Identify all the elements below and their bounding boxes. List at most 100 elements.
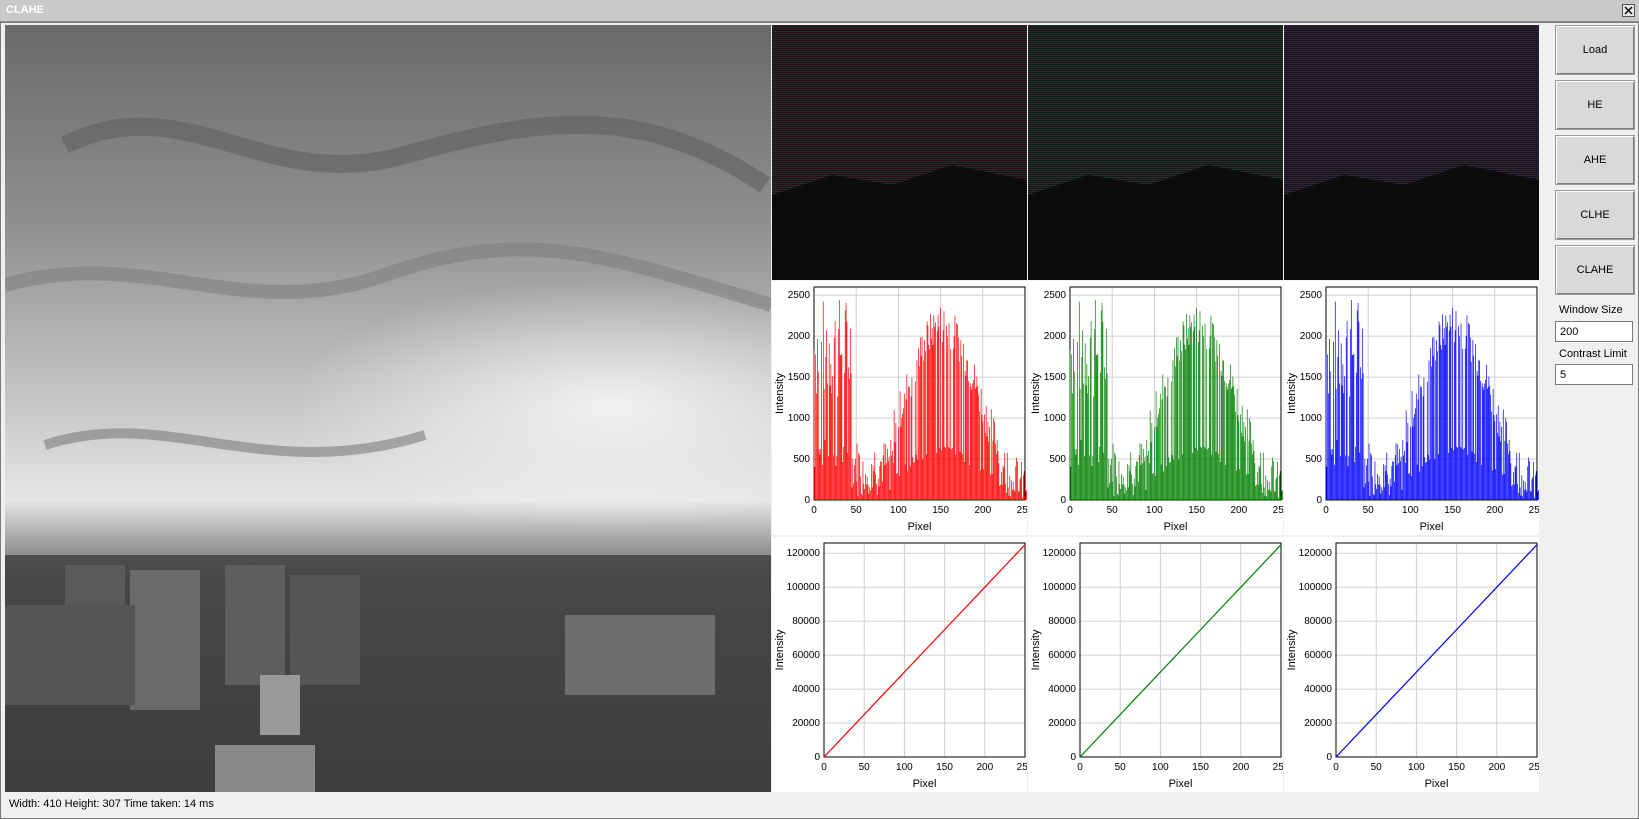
- y-tick-label: 80000: [792, 616, 820, 627]
- y-axis-label: Intensity: [1030, 629, 1042, 670]
- load-button[interactable]: Load: [1555, 25, 1635, 75]
- y-tick-label: 120000: [1043, 548, 1077, 559]
- green-channel-image: [1028, 25, 1283, 280]
- contrast-limit-label: Contrast Limit: [1559, 348, 1627, 360]
- x-tick-label: 200: [1486, 505, 1503, 516]
- y-tick-label: 0: [804, 495, 810, 506]
- x-tick-label: 200: [1232, 762, 1249, 773]
- y-tick-label: 2500: [788, 290, 811, 301]
- y-tick-label: 2000: [1300, 331, 1323, 342]
- x-axis-label: Pixel: [913, 778, 937, 790]
- window-title: CLAHE: [6, 4, 44, 16]
- y-tick-label: 100000: [787, 582, 821, 593]
- ahe-button[interactable]: AHE: [1555, 135, 1635, 185]
- close-icon: [1624, 6, 1633, 15]
- x-axis-label: Pixel: [1164, 521, 1188, 533]
- processed-image: [3, 25, 865, 792]
- y-tick-label: 0: [1326, 752, 1332, 763]
- x-tick-label: 0: [1333, 762, 1339, 773]
- blue-histogram-chart: 05010015020025005001000150020002500Pixel…: [1284, 281, 1539, 535]
- y-tick-label: 20000: [1304, 718, 1332, 729]
- y-tick-label: 40000: [1304, 684, 1332, 695]
- x-tick-label: 250: [1529, 505, 1539, 516]
- x-tick-label: 200: [976, 762, 993, 773]
- y-tick-label: 1500: [1044, 372, 1067, 383]
- x-tick-label: 100: [896, 762, 913, 773]
- y-tick-label: 500: [793, 454, 810, 465]
- y-tick-label: 120000: [787, 548, 821, 559]
- y-tick-label: 1500: [788, 372, 811, 383]
- y-axis-label: Intensity: [1030, 373, 1042, 414]
- green-cdf-chart: 0 50 100 150 200 250 0 20000 40000 60000 80000 1000…: [1028, 537, 1283, 792]
- he-button[interactable]: HE: [1555, 80, 1635, 130]
- y-tick-label: 2000: [788, 331, 811, 342]
- y-tick-label: 0: [1316, 495, 1322, 506]
- chart-background: [1028, 537, 1283, 792]
- y-tick-label: 0: [1070, 752, 1076, 763]
- x-tick-label: 50: [1363, 505, 1375, 516]
- x-tick-label: 150: [932, 505, 949, 516]
- status-text: Width: 410 Height: 307 Time taken: 14 ms: [9, 798, 214, 810]
- y-axis-label: Intensity: [1286, 629, 1298, 670]
- x-tick-label: 200: [1230, 505, 1247, 516]
- y-tick-label: 60000: [1048, 650, 1076, 661]
- x-tick-label: 150: [1192, 762, 1209, 773]
- y-tick-label: 60000: [792, 650, 820, 661]
- x-tick-label: 50: [851, 505, 863, 516]
- contrast-limit-input[interactable]: [1555, 364, 1633, 385]
- x-tick-label: 0: [1067, 505, 1073, 516]
- y-tick-label: 80000: [1048, 616, 1076, 627]
- x-tick-label: 150: [936, 762, 953, 773]
- x-tick-label: 200: [974, 505, 991, 516]
- x-axis-label: Pixel: [1420, 521, 1444, 533]
- blue-cdf-chart: 0 50 100 150 200 250 0 20000 40000 60000 80000 1000…: [1284, 537, 1539, 792]
- x-tick-label: 100: [890, 505, 907, 516]
- y-tick-label: 20000: [1048, 718, 1076, 729]
- red-channel-image: [772, 25, 1027, 280]
- x-tick-label: 0: [811, 505, 817, 516]
- x-tick-label: 0: [1323, 505, 1329, 516]
- y-tick-label: 1000: [788, 413, 811, 424]
- clahe-button[interactable]: CLAHE: [1555, 245, 1635, 295]
- x-axis-label: Pixel: [1169, 778, 1193, 790]
- close-button[interactable]: [1622, 4, 1635, 17]
- clhe-button[interactable]: CLHE: [1555, 190, 1635, 240]
- x-axis-label: Pixel: [1425, 778, 1449, 790]
- green-histogram-chart: 05010015020025005001000150020002500Pixel…: [1028, 281, 1283, 535]
- y-axis-label: Intensity: [774, 629, 786, 670]
- y-tick-label: 500: [1305, 454, 1322, 465]
- y-tick-label: 1000: [1044, 413, 1067, 424]
- y-axis-label: Intensity: [774, 373, 786, 414]
- x-tick-label: 100: [1152, 762, 1169, 773]
- blue-channel-image: [1284, 25, 1539, 280]
- y-tick-label: 20000: [792, 718, 820, 729]
- title-bar: CLAHE: [0, 0, 1639, 22]
- y-tick-label: 100000: [1043, 582, 1077, 593]
- window-size-label: Window Size: [1559, 304, 1623, 316]
- y-tick-label: 100000: [1299, 582, 1333, 593]
- x-tick-label: 50: [1115, 762, 1127, 773]
- x-tick-label: 50: [1371, 762, 1383, 773]
- y-tick-label: 1500: [1300, 372, 1323, 383]
- y-tick-label: 2500: [1300, 290, 1323, 301]
- x-tick-label: 150: [1188, 505, 1205, 516]
- y-tick-label: 0: [814, 752, 820, 763]
- y-tick-label: 120000: [1299, 548, 1333, 559]
- y-tick-label: 500: [1049, 454, 1066, 465]
- x-tick-label: 50: [1107, 505, 1119, 516]
- x-tick-label: 0: [1077, 762, 1083, 773]
- x-tick-label: 200: [1488, 762, 1505, 773]
- x-tick-label: 250: [1273, 762, 1283, 773]
- chart-background: [1284, 537, 1539, 792]
- x-tick-label: 100: [1402, 505, 1419, 516]
- x-tick-label: 250: [1017, 505, 1027, 516]
- x-tick-label: 50: [859, 762, 871, 773]
- x-axis-label: Pixel: [908, 521, 932, 533]
- y-tick-label: 0: [1060, 495, 1066, 506]
- x-tick-label: 100: [1408, 762, 1425, 773]
- y-tick-label: 80000: [1304, 616, 1332, 627]
- y-tick-label: 40000: [1048, 684, 1076, 695]
- x-tick-label: 0: [821, 762, 827, 773]
- x-tick-label: 250: [1273, 505, 1283, 516]
- window-size-input[interactable]: [1555, 321, 1633, 342]
